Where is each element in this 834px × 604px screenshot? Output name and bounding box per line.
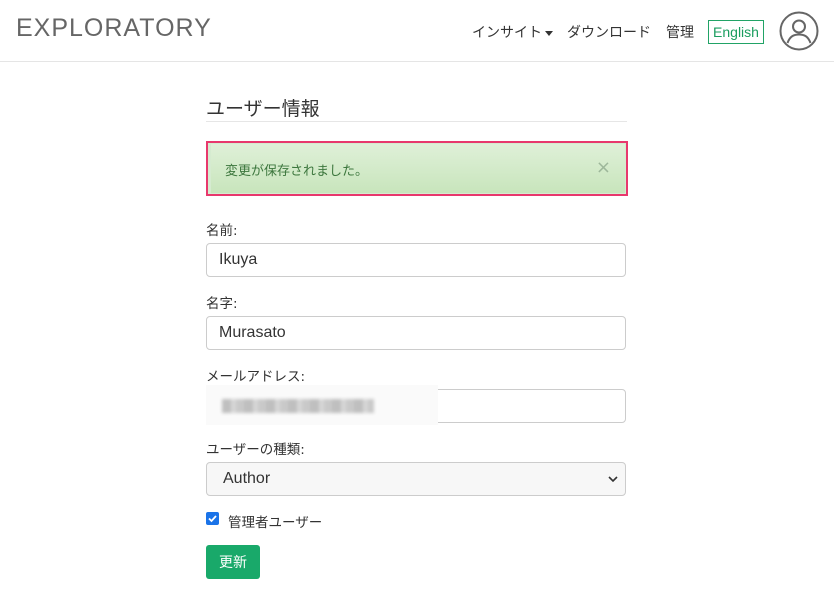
user-avatar-icon[interactable] [779,11,819,51]
update-button[interactable]: 更新 [206,545,260,579]
redacted-email-value [222,399,374,413]
nav-insight-dropdown[interactable]: インサイト [472,22,553,42]
admin-user-checkbox[interactable] [206,512,219,525]
admin-user-label: 管理者ユーザー [228,515,323,531]
nav-admin-link[interactable]: 管理 [666,22,694,42]
chevron-down-icon [608,476,618,483]
first-name-label: 名前: [206,223,238,239]
caret-down-icon [545,30,553,36]
close-icon[interactable]: × [596,157,611,178]
nav-download-link[interactable]: ダウンロード [567,22,651,42]
user-type-select[interactable]: Author [206,462,626,496]
email-label: メールアドレス: [206,369,306,385]
success-alert: 変更が保存されました。 × [206,141,628,196]
last-name-label: 名字: [206,296,238,312]
language-toggle-button[interactable]: English [708,20,764,44]
user-type-selected-value: Author [223,470,271,487]
last-name-field[interactable]: Murasato [206,316,626,350]
email-redaction [206,385,438,425]
user-type-label: ユーザーの種類: [206,442,305,458]
page-title: ユーザー情報 [206,98,320,120]
nav-insight-label: インサイト [472,25,542,41]
first-name-field[interactable]: Ikuya [206,243,626,277]
top-navbar: EXPLORATORY インサイト ダウンロード 管理 English [0,0,834,62]
title-divider [206,121,627,122]
alert-body: 変更が保存されました。 × [211,144,625,193]
brand-logo[interactable]: EXPLORATORY [16,14,212,43]
checkmark-icon [208,515,217,523]
alert-message: 変更が保存されました。 [225,164,369,179]
